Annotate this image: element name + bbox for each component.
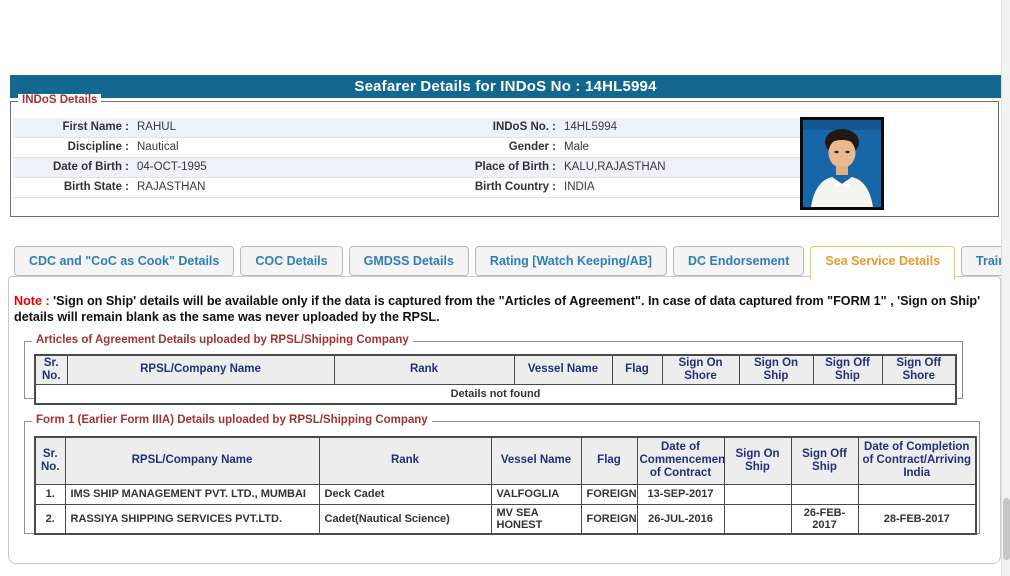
seafarer-photo	[800, 117, 884, 210]
vertical-scrollbar[interactable]	[1001, 0, 1010, 576]
scrollbar-thumb[interactable]	[1003, 498, 1010, 560]
column-header: Rank	[318, 436, 492, 485]
table-row: Details not found	[34, 383, 957, 405]
articles-of-agreement-legend: Articles of Agreement Details uploaded b…	[32, 334, 413, 346]
detail-row: Date of Birth : 04-OCT-1995 Place of Birth…	[13, 158, 806, 178]
form1-details-fieldset: Form 1 (Earlier Form IIIA) Details uploa…	[24, 414, 980, 535]
table-cell	[723, 503, 792, 534]
column-header: Sign Off Ship	[790, 436, 859, 485]
column-header: Sign On Ship	[738, 354, 814, 385]
column-header: Sign Off Shore	[881, 354, 957, 385]
table-cell: FOREIGN	[580, 483, 638, 505]
tab-coc-details[interactable]: COC Details	[240, 246, 343, 276]
table-cell: 2.	[34, 503, 66, 534]
column-header: Vessel Name	[513, 354, 613, 385]
column-header: Date of Completion of Contract/Arriving …	[857, 436, 977, 485]
table-cell: 13-SEP-2017	[636, 483, 725, 505]
field-label: INDoS No. :	[492, 121, 556, 133]
field-label: Gender :	[508, 141, 556, 153]
form1-details-legend: Form 1 (Earlier Form IIIA) Details uploa…	[32, 414, 432, 426]
column-header: Sign Off Ship	[812, 354, 883, 385]
note-body: 'Sign on Ship' details will be available…	[14, 294, 981, 324]
table-cell: Cadet(Nautical Science)	[318, 503, 492, 534]
field-value: 04-OCT-1995	[137, 161, 207, 173]
tab-gmdss-details[interactable]: GMDSS Details	[348, 246, 469, 276]
field-value: Nautical	[137, 141, 179, 153]
field-value: KALU,RAJASTHAN	[564, 161, 666, 173]
field-label: First Name :	[62, 121, 129, 133]
tab-dc-endorsement[interactable]: DC Endorsement	[672, 246, 805, 276]
table-cell: Deck Cadet	[318, 483, 492, 505]
column-header: Sign On Ship	[723, 436, 792, 485]
table-cell: 26-JUL-2016	[636, 503, 725, 534]
table-cell	[857, 483, 977, 505]
column-header: RPSL/Company Name	[66, 354, 335, 385]
seafarer-photo-image	[803, 120, 881, 207]
field-label: Discipline :	[67, 141, 129, 153]
articles-of-agreement-table: Sr. No. RPSL/Company Name Rank Vessel Name F…	[34, 354, 957, 406]
column-header: Flag	[580, 436, 638, 485]
column-header: Sr. No.	[34, 436, 66, 485]
field-label: Place of Birth :	[474, 161, 556, 173]
column-header: Date of Commencement of Contract	[636, 436, 725, 485]
detail-row: First Name : RAHUL INDoS No. : 14HL5994	[13, 118, 806, 138]
table-row: 2. RASSIYA SHIPPING SERVICES PVT.LTD. Cade…	[34, 503, 977, 534]
field-label: Date of Birth :	[52, 161, 129, 173]
table-cell: 1.	[34, 483, 66, 505]
detail-row: Birth State : RAJASTHAN Birth Country : IND…	[13, 178, 806, 198]
column-header: Rank	[333, 354, 515, 385]
table-cell: VALFOGLIA	[490, 483, 582, 505]
note-prefix: Note :	[14, 294, 50, 308]
field-label: Birth State :	[63, 181, 129, 193]
form1-details-table: Sr. No. RPSL/Company Name Rank Vessel Name F…	[34, 436, 977, 535]
field-value: 14HL5994	[564, 121, 618, 133]
field-value: RAHUL	[137, 121, 176, 133]
table-cell: FOREIGN	[580, 503, 638, 534]
table-cell: 26-FEB-2017	[790, 503, 859, 534]
column-header: Sign On Shore	[661, 354, 740, 385]
articles-of-agreement-fieldset: Articles of Agreement Details uploaded b…	[24, 334, 963, 406]
indos-details-legend: INDoS Details	[18, 94, 102, 106]
indos-details-rows: First Name : RAHUL INDoS No. : 14HL5994 Disc…	[13, 118, 806, 198]
note-text: Note : 'Sign on Ship' details will be av…	[14, 294, 986, 326]
table-row: 1. IMS SHIP MANAGEMENT PVT. LTD., MUMBAI D…	[34, 483, 977, 505]
seafarer-details-page: Seafarer Details for INDoS No : 14HL5994…	[0, 0, 1010, 576]
column-header: Vessel Name	[490, 436, 582, 485]
field-value: INDIA	[564, 181, 595, 193]
empty-message: Details not found	[34, 383, 957, 405]
tab-bar: CDC and "CoC as Cook" Details COC Details…	[14, 246, 1010, 280]
table-cell: 28-FEB-2017	[857, 503, 977, 534]
table-cell	[790, 483, 859, 505]
table-cell	[723, 483, 792, 505]
tab-rating-watch-keeping-ab[interactable]: Rating [Watch Keeping/AB]	[474, 246, 667, 276]
table-cell: MV SEA HONEST	[490, 503, 582, 534]
field-label: Birth Country :	[474, 181, 556, 193]
page-title: Seafarer Details for INDoS No : 14HL5994	[10, 75, 1001, 98]
column-header: RPSL/Company Name	[64, 436, 320, 485]
field-value: Male	[564, 141, 589, 153]
field-value: RAJASTHAN	[137, 181, 206, 193]
detail-row: Discipline : Nautical Gender : Male	[13, 138, 806, 158]
column-header: Sr. No.	[34, 354, 68, 385]
column-header: Flag	[611, 354, 663, 385]
table-header-row: Sr. No. RPSL/Company Name Rank Vessel Name F…	[34, 436, 977, 485]
tab-cdc-and-coc-as-cook-details[interactable]: CDC and "CoC as Cook" Details	[14, 246, 235, 276]
table-header-row: Sr. No. RPSL/Company Name Rank Vessel Name F…	[34, 354, 957, 385]
table-cell: IMS SHIP MANAGEMENT PVT. LTD., MUMBAI	[64, 483, 320, 505]
tab-sea-service-details[interactable]: Sea Service Details	[810, 246, 956, 280]
table-cell: RASSIYA SHIPPING SERVICES PVT.LTD.	[64, 503, 320, 534]
